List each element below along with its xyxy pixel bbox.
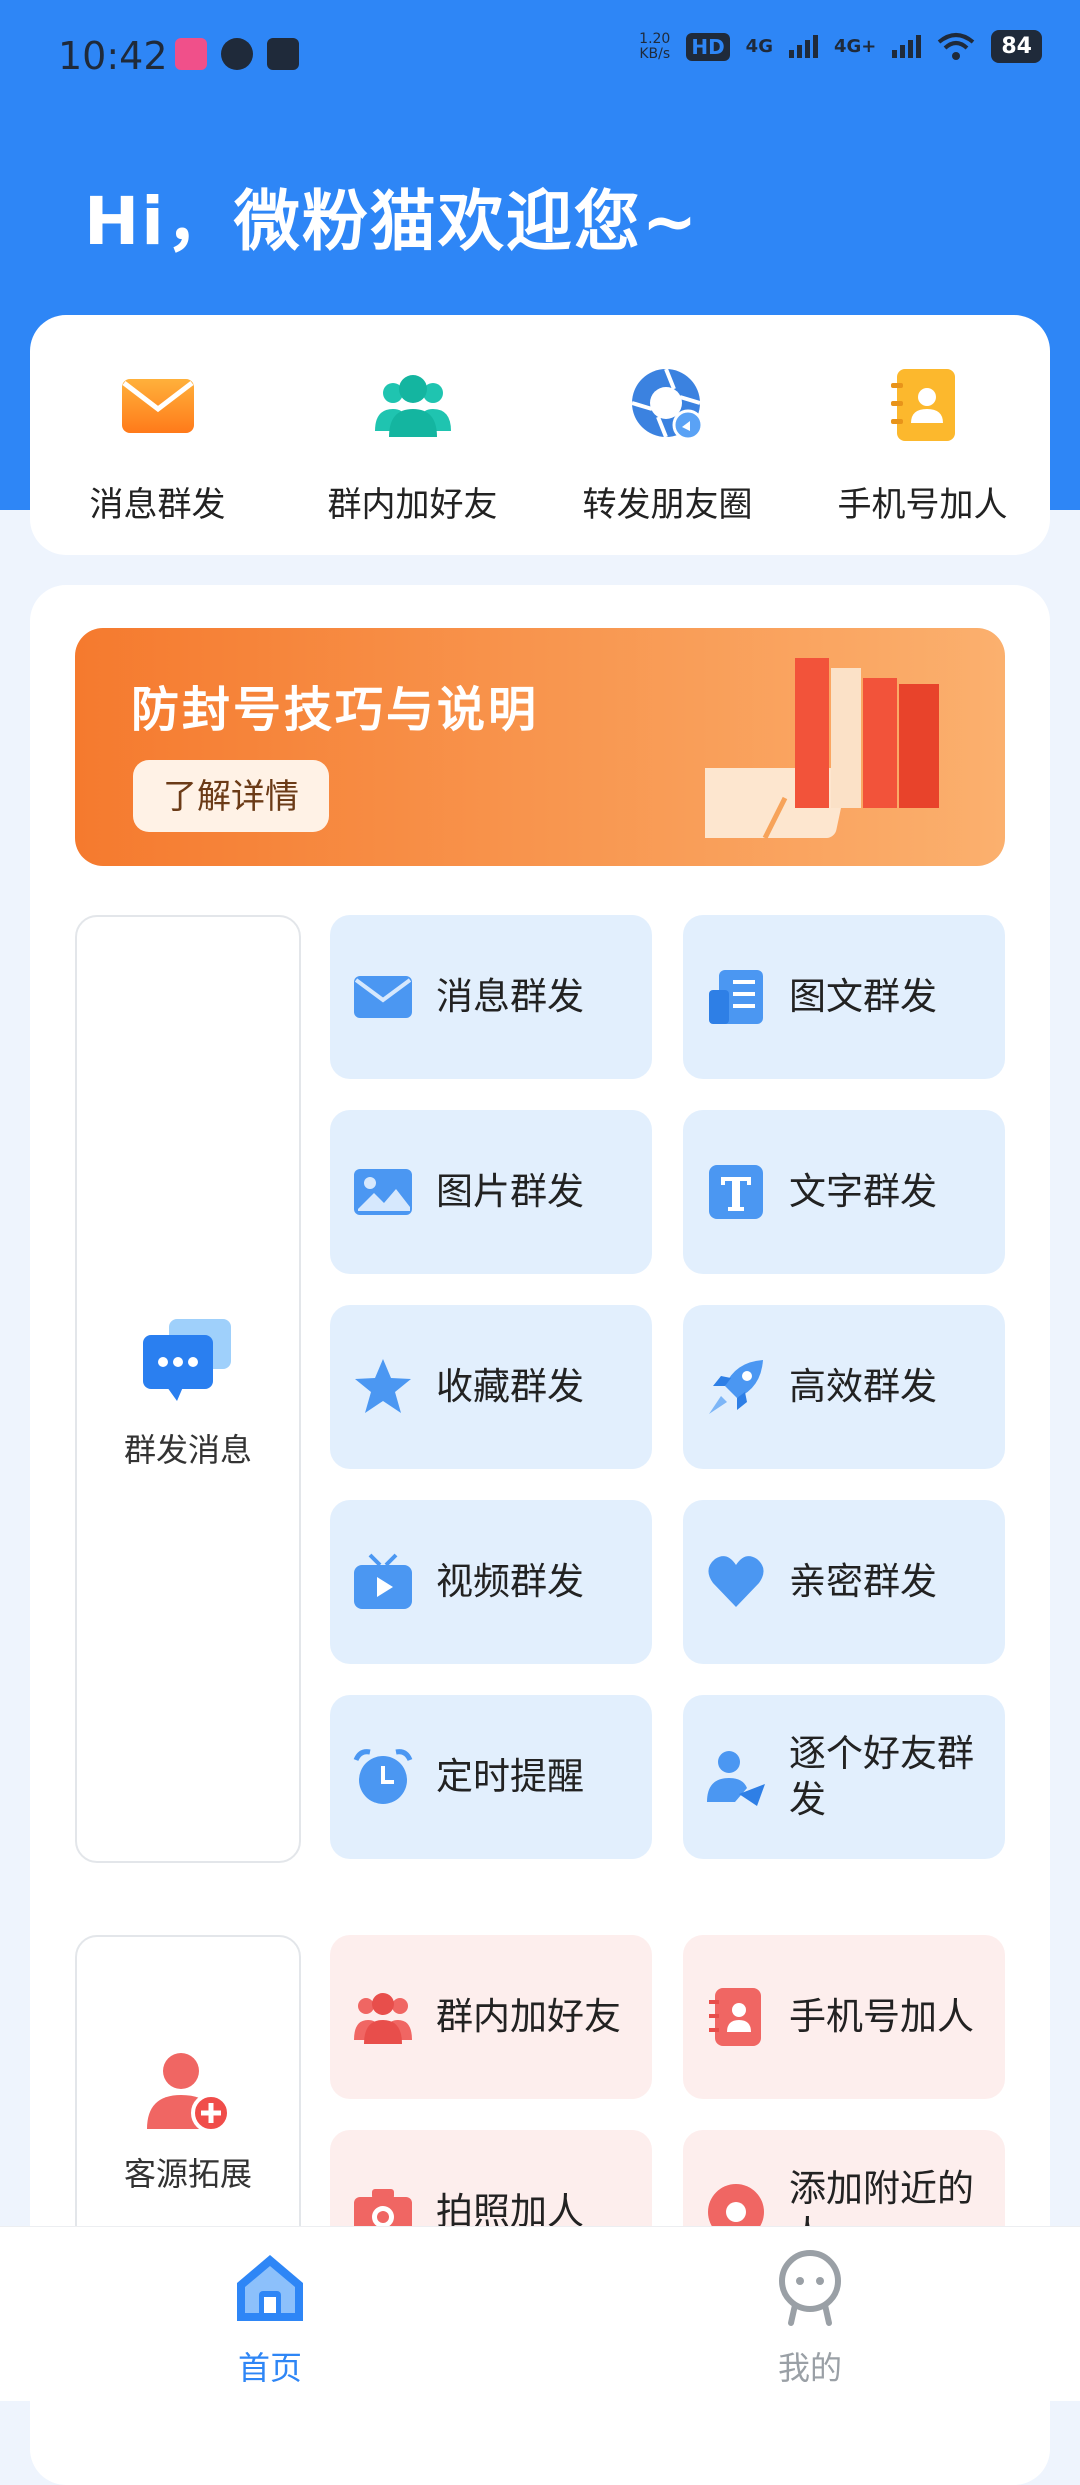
tile-efficient-broadcast[interactable]: 高效群发 <box>683 1305 1005 1469</box>
tile-label: 文字群发 <box>789 1170 937 1213</box>
tile-label: 定时提醒 <box>436 1755 584 1798</box>
network-speed-unit: KB/s <box>639 45 671 62</box>
tile-group-add-friend[interactable]: 群内加好友 <box>330 1935 652 2099</box>
tab-home-label: 首页 <box>237 2349 302 2387</box>
tile-picture-broadcast[interactable]: 图片群发 <box>330 1110 652 1274</box>
network-type-1: 4G <box>745 36 773 57</box>
anti-ban-banner[interactable]: 防封号技巧与说明 了解详情 <box>75 628 1005 866</box>
tile-label: 群内加好友 <box>436 1995 621 2038</box>
network-type-2: 4G+ <box>833 36 877 57</box>
profile-face-icon <box>779 2250 841 2326</box>
hd-voice-icon: HD <box>686 32 730 61</box>
tab-mine-label: 我的 <box>777 2349 842 2387</box>
network-speed: 1.20 KB/s <box>639 30 671 62</box>
group-icon <box>354 1993 412 2044</box>
battery-level: 84 <box>991 30 1042 63</box>
bottom-tab-bar: 首页 我的 <box>0 2226 1080 2401</box>
quick-action-forward-moments[interactable]: 转发朋友圈 <box>540 365 795 526</box>
learn-more-button[interactable]: 了解详情 <box>133 760 329 832</box>
signal-icon-2 <box>892 35 922 58</box>
tile-label: 高效群发 <box>789 1365 937 1408</box>
tile-intimate-broadcast[interactable]: 亲密群发 <box>683 1500 1005 1664</box>
picture-icon <box>354 1169 412 1215</box>
group-icon <box>374 375 451 437</box>
status-time: 10:42 <box>58 34 168 78</box>
tile-scheduled-reminder[interactable]: 定时提醒 <box>330 1695 652 1859</box>
text-t-icon <box>709 1165 763 1219</box>
chat-dots-icon <box>143 1319 231 1401</box>
star-icon <box>355 1359 411 1413</box>
broadcast-category-label: 群发消息 <box>123 1431 252 1469</box>
tab-home[interactable]: 首页 <box>170 2247 370 2389</box>
status-bar: 10:42 1.20 KB/s HD 4G 4G+ 84 <box>0 0 1080 110</box>
tile-label: 收藏群发 <box>436 1365 584 1408</box>
network-speed-value: 1.20 <box>639 30 671 47</box>
tile-label: 图文群发 <box>789 975 937 1018</box>
greeting-title: Hi，微粉猫欢迎您~ <box>84 183 700 260</box>
tile-video-broadcast[interactable]: 视频群发 <box>330 1500 652 1664</box>
chat-bubble-icon <box>221 38 253 70</box>
tile-label: 消息群发 <box>436 975 584 1018</box>
wifi-icon <box>938 32 975 60</box>
home-icon <box>237 2255 303 2321</box>
tile-label: 手机号加人 <box>789 1995 974 2038</box>
lead-expansion-label: 客源拓展 <box>123 2155 252 2193</box>
quick-action-label: 手机号加人 <box>837 485 1008 525</box>
quick-action-label: 转发朋友圈 <box>582 485 753 525</box>
broadcast-category[interactable]: 群发消息 <box>75 915 301 1863</box>
contact-book-icon <box>890 369 955 441</box>
heart-icon <box>708 1556 764 1607</box>
quick-action-phone-add[interactable]: 手机号加人 <box>795 365 1050 526</box>
tile-label: 逐个好友群发 <box>789 1732 974 1821</box>
tile-label: 亲密群发 <box>789 1560 937 1603</box>
rocket-icon <box>709 1360 763 1414</box>
quick-action-label: 消息群发 <box>89 485 226 525</box>
tile-one-by-one-broadcast[interactable]: 逐个好友群发 <box>683 1695 1005 1859</box>
inbox-icon <box>267 38 299 70</box>
user-send-icon <box>707 1751 765 1806</box>
quick-action-message-broadcast[interactable]: 消息群发 <box>30 365 285 526</box>
tile-phone-add[interactable]: 手机号加人 <box>683 1935 1005 2099</box>
camera-aperture-icon <box>630 368 703 441</box>
envelope-icon <box>354 976 412 1018</box>
tab-mine[interactable]: 我的 <box>710 2247 910 2389</box>
tile-favorites-broadcast[interactable]: 收藏群发 <box>330 1305 652 1469</box>
tile-image-text-broadcast[interactable]: 图文群发 <box>683 915 1005 1079</box>
quick-action-group-add-friend[interactable]: 群内加好友 <box>285 365 540 526</box>
signal-icon-1 <box>788 35 818 58</box>
banner-title: 防封号技巧与说明 <box>131 682 540 738</box>
tile-message-broadcast[interactable]: 消息群发 <box>330 915 652 1079</box>
add-user-icon <box>147 2053 231 2133</box>
notification-icons <box>175 38 299 70</box>
tile-label: 视频群发 <box>436 1560 584 1603</box>
image-text-icon <box>709 970 763 1024</box>
tile-text-broadcast[interactable]: 文字群发 <box>683 1110 1005 1274</box>
tile-label: 图片群发 <box>436 1170 584 1213</box>
alarm-clock-icon <box>353 1749 413 1804</box>
books-illustration <box>705 658 939 840</box>
envelope-icon <box>121 379 194 433</box>
contact-book-icon <box>709 1988 761 2046</box>
quick-actions-card: 消息群发 群内加好友 转发朋友圈 手机号加人 <box>30 315 1050 555</box>
tv-play-icon <box>354 1553 412 1609</box>
app-notification-icon <box>175 38 207 70</box>
quick-action-label: 群内加好友 <box>327 485 498 525</box>
